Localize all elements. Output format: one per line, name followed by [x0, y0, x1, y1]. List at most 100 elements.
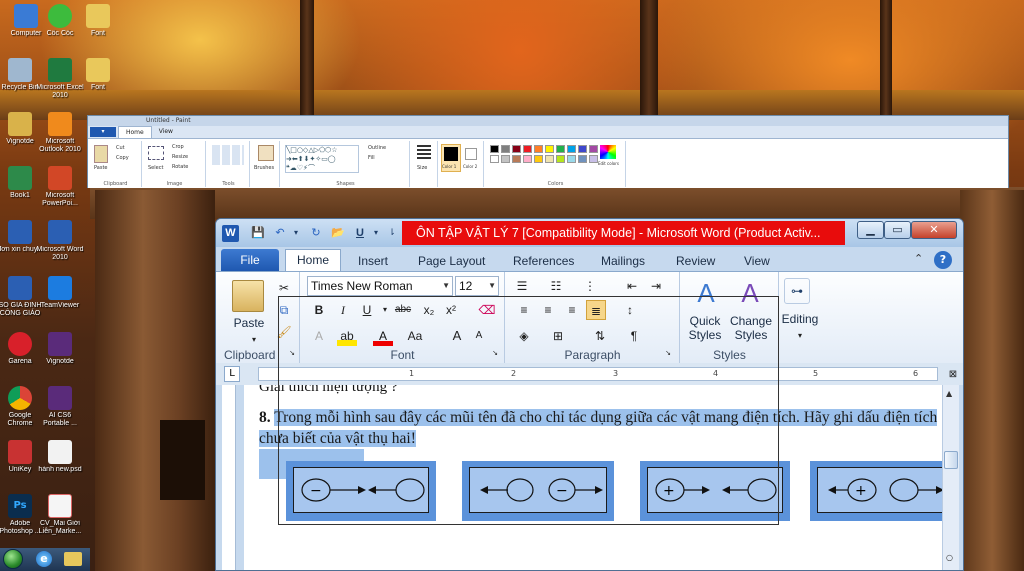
internet-explorer-icon[interactable]: e	[36, 551, 52, 567]
paint-copy-button[interactable]: Copy	[116, 155, 129, 161]
clipboard-launcher-icon[interactable]: ↘	[282, 344, 302, 364]
underline-qat-icon[interactable]: U	[352, 225, 368, 241]
tab-mailings[interactable]: Mailings	[601, 251, 645, 271]
scroll-thumb[interactable]	[944, 451, 958, 469]
color-swatch[interactable]	[545, 155, 554, 163]
editing-dropdown-icon[interactable]: ▾	[790, 326, 810, 346]
minimize-button[interactable]: ▁	[857, 221, 884, 239]
color-swatch[interactable]	[589, 145, 598, 153]
subscript-icon[interactable]: x₂	[419, 300, 439, 320]
font-size-select[interactable]: 12 ▼	[455, 276, 499, 296]
qat-dropdown-icon[interactable]: ▾	[368, 225, 384, 241]
text-effects-icon[interactable]: A	[309, 326, 329, 346]
paint-tab-view[interactable]: View	[152, 126, 180, 138]
close-button[interactable]: ✕	[911, 221, 957, 239]
undo-dropdown-icon[interactable]: ▾	[288, 225, 304, 241]
color-swatch[interactable]	[490, 145, 499, 153]
color-swatch[interactable]	[534, 155, 543, 163]
word-titlebar[interactable]: W 💾 ↶ ▾ ↻ 📂 U ▾ ⇂ ÔN TẬP VẬT LÝ 7 [Compa…	[216, 219, 963, 247]
tab-review[interactable]: Review	[676, 251, 715, 271]
decrease-indent-icon[interactable]: ⇤	[622, 276, 642, 296]
change-styles-icon[interactable]: A	[735, 278, 765, 308]
strikethrough-icon[interactable]: abc	[393, 300, 413, 320]
copy-icon[interactable]: ⧉	[274, 300, 294, 320]
underline-icon[interactable]: U	[357, 300, 377, 320]
bold-icon[interactable]: B	[309, 300, 329, 320]
color-swatch[interactable]	[512, 145, 521, 153]
grow-font-icon[interactable]: A	[447, 326, 467, 346]
paint-file-menu[interactable]: ▾	[90, 127, 116, 137]
numbering-icon[interactable]: ☷	[546, 276, 566, 296]
paste-icon[interactable]	[232, 280, 264, 312]
paint-window[interactable]: Untitled - Paint ▾ Home View Paste Cut C…	[87, 115, 1009, 188]
color-swatch[interactable]	[556, 155, 565, 163]
paragraph-launcher-icon[interactable]: ↘	[658, 344, 678, 364]
undo-icon[interactable]: ↶	[272, 225, 288, 241]
paint-cut-button[interactable]: Cut	[116, 145, 125, 151]
desktop-icon-font[interactable]: Font	[74, 4, 122, 56]
ribbon-collapse-icon[interactable]: ⌃	[914, 252, 923, 265]
color-swatch[interactable]	[589, 155, 598, 163]
align-right-icon[interactable]: ≡	[562, 300, 582, 320]
desktop-icon-powerpoint[interactable]: Microsoft PowerPoi...	[36, 166, 84, 218]
horizontal-ruler[interactable]: 1 2 3 4 5 6	[258, 367, 938, 381]
redo-icon[interactable]: ↻	[308, 225, 324, 241]
color-swatch[interactable]	[545, 145, 554, 153]
paint-fill-button[interactable]: Fill	[368, 155, 375, 161]
color-swatch[interactable]	[512, 155, 521, 163]
color-swatch[interactable]	[534, 145, 543, 153]
desktop-icon-font-2[interactable]: Font	[74, 58, 122, 110]
paste-dropdown-icon[interactable]: ▾	[244, 330, 264, 350]
word-window[interactable]: W 💾 ↶ ▾ ↻ 📂 U ▾ ⇂ ÔN TẬP VẬT LÝ 7 [Compa…	[215, 218, 964, 571]
vertical-ruler[interactable]	[222, 385, 236, 570]
quick-styles-button[interactable]: Quick Styles	[683, 314, 727, 342]
color-swatch[interactable]	[567, 145, 576, 153]
color-swatch[interactable]	[501, 155, 510, 163]
tab-insert[interactable]: Insert	[358, 251, 388, 271]
start-button[interactable]	[3, 549, 23, 569]
figure-1[interactable]: −	[286, 461, 436, 521]
underline-dropdown-icon[interactable]: ▾	[375, 300, 395, 320]
paint-tab-home[interactable]: Home	[118, 126, 152, 138]
color-2-swatch[interactable]	[465, 148, 477, 160]
open-icon[interactable]: 📂	[330, 225, 346, 241]
word-app-icon[interactable]: W	[222, 225, 239, 242]
desktop-icon-cv[interactable]: CV_Mai Giới Liên_Marke...	[36, 494, 84, 546]
desktop-icon-ai-cs6[interactable]: AI CS6 Portable ...	[36, 386, 84, 438]
clear-formatting-icon[interactable]: ⌫	[477, 300, 497, 320]
view-ruler-icon[interactable]: ⊠	[943, 365, 963, 385]
paint-outline-button[interactable]: Outline	[368, 145, 386, 151]
tab-page-layout[interactable]: Page Layout	[418, 251, 485, 271]
color-swatch[interactable]	[578, 155, 587, 163]
shrink-font-icon[interactable]: A	[469, 326, 489, 346]
desktop-icon-word[interactable]: Microsoft Word 2010	[36, 220, 84, 272]
color-swatch[interactable]	[523, 145, 532, 153]
bullets-icon[interactable]: ☰	[512, 276, 532, 296]
tab-references[interactable]: References	[513, 251, 574, 271]
font-launcher-icon[interactable]: ↘	[485, 344, 505, 364]
desktop-icon-teamviewer[interactable]: TeamViewer	[36, 276, 84, 328]
maximize-button[interactable]: ▭	[884, 221, 911, 239]
italic-icon[interactable]: I	[333, 300, 353, 320]
shapes-gallery[interactable]: ╲□○◇△▷⬠⬡☆ ➜⬅⬆⬇✦✧▭◯ ❝☁♡⚡⌒	[285, 145, 359, 173]
customize-qat-icon[interactable]: ⇂	[384, 225, 400, 241]
explorer-folder-icon[interactable]	[64, 552, 82, 566]
figure-2[interactable]: −	[462, 461, 614, 521]
paint-crop-button[interactable]: Crop	[172, 144, 184, 150]
select-icon[interactable]	[148, 146, 164, 160]
binoculars-icon[interactable]: ⊶	[784, 278, 810, 304]
justify-icon[interactable]: ≣	[586, 300, 606, 320]
change-styles-button[interactable]: Change Styles	[727, 314, 775, 342]
question-paragraph[interactable]: 8. Trong mỗi hình sau đây các mũi tên đã…	[259, 407, 939, 449]
change-case-icon[interactable]: Aa	[405, 326, 425, 346]
borders-icon[interactable]: ⊞	[548, 326, 568, 346]
figure-4[interactable]: +	[810, 461, 942, 521]
line-spacing-icon[interactable]: ↕	[620, 300, 640, 320]
document-page[interactable]: Giải thích hiện tượng ? 8. Trong mỗi hìn…	[244, 385, 942, 570]
color-swatch[interactable]	[556, 145, 565, 153]
paste-icon[interactable]	[94, 145, 108, 163]
align-center-icon[interactable]: ≡	[538, 300, 558, 320]
vertical-scrollbar[interactable]: ▲ ○	[942, 385, 959, 570]
figure-3[interactable]: +	[640, 461, 790, 521]
select-browse-object-icon[interactable]: ○	[946, 553, 953, 562]
